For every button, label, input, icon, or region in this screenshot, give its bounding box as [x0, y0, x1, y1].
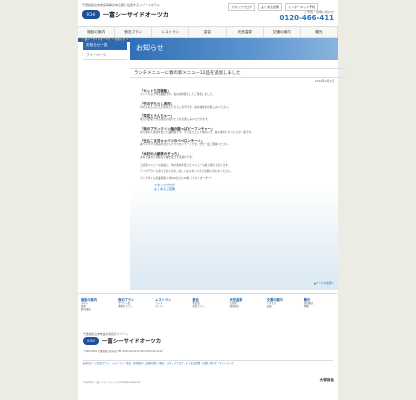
footer-logo-mark: ICHI	[83, 337, 99, 345]
footer-col-link[interactable]: 送迎	[267, 305, 301, 308]
nav-sightseeing[interactable]: 観光	[301, 27, 338, 37]
footer-logo-name: 一富シーサイドオーツカ	[102, 339, 162, 345]
footer-col: 宿泊プラン プラン一覧 季節のプラン	[115, 294, 152, 332]
sidebar: お知らせ一覧 フリーページ	[83, 41, 127, 60]
main-content: ランチメニューに春の新メニュー12品を追加しました 2014年4月1日 「カット…	[130, 60, 346, 290]
footer-nav: 施設の案内 ホテル 客室 館内施設 宿泊プラン プラン一覧 季節のプラン レスト…	[78, 293, 338, 332]
menu-item: 「竹の子ちらし寿司」 竹の子をふんだんに使用したちらし寿司です。春の味覚をお楽し…	[140, 101, 332, 110]
nav-banquet[interactable]: 宴会	[189, 27, 227, 37]
footer-col-link[interactable]: 宴会プラン	[192, 305, 226, 308]
article-title: ランチメニューに春の新メニュー12品を追加しました	[130, 68, 346, 78]
footer-tagline: 千葉県館山市布良の海辺のリゾート	[83, 332, 128, 336]
page-hero: お知らせ	[130, 38, 338, 60]
footer-col: 施設の案内 ホテル 客室 館内施設	[78, 294, 115, 332]
footer-col: 交通の案内 アクセス 送迎	[264, 294, 301, 332]
copyright: Copyright 一富シーサイドオーツカ All Rights Reserve…	[83, 381, 141, 384]
tel-number[interactable]: 0120-466-411	[279, 14, 334, 22]
menu-item-desc: 木村で採れた新鮮な小鯵を使った茶漬けです。	[140, 155, 195, 159]
header-link-blog[interactable]: スタッフブログ	[228, 3, 256, 11]
footer-col-link[interactable]: 季節のプラン	[118, 305, 152, 308]
sidebar-item-news[interactable]: お知らせ一覧	[83, 41, 127, 50]
footer-col: レストラン ランチ ディナー	[152, 294, 189, 332]
menu-item-desc: 春キャベツの甘みを活かしたペペロンチーノです。ぜひ一度ご賞味ください。	[140, 143, 231, 147]
footer-col: 観光 周辺観光 体験	[301, 294, 338, 332]
content-wrapper: 千葉県館山市布良海岸の中心部に位置するリゾートホテル ICHI 一富シーサイドオ…	[78, 0, 346, 400]
footer-col-link[interactable]: ディナー	[155, 305, 189, 308]
nav-facilities[interactable]: 施設の案内	[78, 27, 116, 37]
site-logo[interactable]: 千葉県館山市布良海岸の中心部に位置するリゾートホテル ICHI 一富シーサイドオ…	[82, 3, 202, 23]
nav-restaurant[interactable]: レストラン	[152, 27, 190, 37]
menu-item: 「菜花とうんちゃー」 地元の野菜で作る菜花のおひたしをお楽しみいただけます。	[140, 113, 332, 122]
menu-item: 「仕込こま甘キャベツのペペロンチーノ」 春キャベツの甘みを活かしたペペロンチーノ…	[140, 138, 332, 147]
footer-col-link[interactable]: 体験	[304, 305, 338, 308]
footer-address: 〒294-0234 千葉県館山市布良 TEL 0470-29-1111 FAX …	[83, 350, 163, 353]
logo-name: 一富シーサイドオーツカ	[103, 12, 169, 19]
article-links: スタッフブログ よくあるご質問	[140, 183, 332, 191]
menu-item-desc: カットち豆で作る御飯です。春のお料理としてご用意しました。	[140, 93, 215, 96]
site-header: 千葉県館山市布良海岸の中心部に位置するリゾートホテル ICHI 一富シーサイドオ…	[78, 0, 338, 26]
menu-item-desc: 竹の子をふんだんに使用したちらし寿司です。春の味覚をお楽しみください。	[140, 105, 231, 109]
menu-item: 「海のプランクトン麺の酸っぱビーフンチャー」 海で採れた素材を使った麺料理です。…	[140, 126, 332, 135]
article-contact: ランチタイム営業時間 11時30分から14時（ラストオーダー）	[140, 176, 213, 180]
nav-plans[interactable]: 宿泊プラン	[115, 27, 153, 37]
tel-box: ご予約・お問い合わせ 0120-466-411	[279, 10, 334, 22]
footer-links[interactable]: お知らせ｜ご宿泊プラン｜レストラン｜宴会｜天然温泉｜交通の案内｜観光｜スタッフブ…	[83, 360, 333, 376]
header-tagline: 千葉県館山市布良海岸の中心部に位置するリゾートホテル	[82, 3, 161, 7]
nav-access[interactable]: 交通の案内	[264, 27, 301, 37]
menu-item: 「木村の小鯵茶のぞっち」 木村で採れた新鮮な小鯵を使った茶漬けです。	[140, 151, 332, 160]
footer-col: 天然温泉 大浴場 露天風呂	[227, 294, 264, 332]
footer-col: 宴会 宴会場 宴会プラン	[189, 294, 226, 332]
page-title: お知らせ	[136, 44, 164, 52]
article-note: 上記新メニューの追加に、旬の食材を使ったメニューも取り揃えております。	[140, 163, 231, 167]
logo-mark: ICHI	[82, 10, 100, 19]
sidebar-item-free[interactable]: フリーページ	[83, 50, 127, 60]
footer-col-link[interactable]: 館内施設	[81, 308, 115, 311]
menu-item-desc: 地元の野菜で作る菜花のおひたしをお楽しみいただけます。	[140, 118, 210, 122]
nav-onsen[interactable]: 天然温泉	[227, 27, 264, 37]
header-link-faq[interactable]: よくある質問	[258, 3, 283, 11]
footer-col-link[interactable]: 露天風呂	[230, 305, 264, 308]
page-top-link[interactable]: ▲ページの先頭へ	[314, 281, 334, 285]
menu-item-desc: 海で採れた素材を使った麺料理です。さっぱりとした味わいで、春の食卓にぴったりの一…	[140, 130, 254, 134]
corp-logo[interactable]: 大塚商会	[320, 378, 334, 383]
footer-logo[interactable]: 千葉県館山市布良の海辺のリゾート ICHI 一富シーサイドオーツカ	[83, 332, 203, 352]
page: 千葉県館山市布良海岸の中心部に位置するリゾートホテル ICHI 一富シーサイドオ…	[0, 0, 416, 400]
global-nav: 施設の案内 宿泊プラン レストラン 宴会 天然温泉 交通の案内 観光	[78, 26, 338, 38]
article-date: 2014年4月1日	[314, 79, 334, 83]
menu-item: 「カットち豆御飯」 カットち豆で作る御飯です。春のお料理としてご用意しました。	[140, 88, 332, 97]
article-body: 「カットち豆御飯」 カットち豆で作る御飯です。春のお料理としてご用意しました。 …	[140, 88, 332, 191]
article-note: テイクアウトも承っております。詳しくはスタッフまでお問い合わせください。	[140, 170, 233, 174]
link-faq[interactable]: よくあるご質問	[154, 187, 332, 191]
